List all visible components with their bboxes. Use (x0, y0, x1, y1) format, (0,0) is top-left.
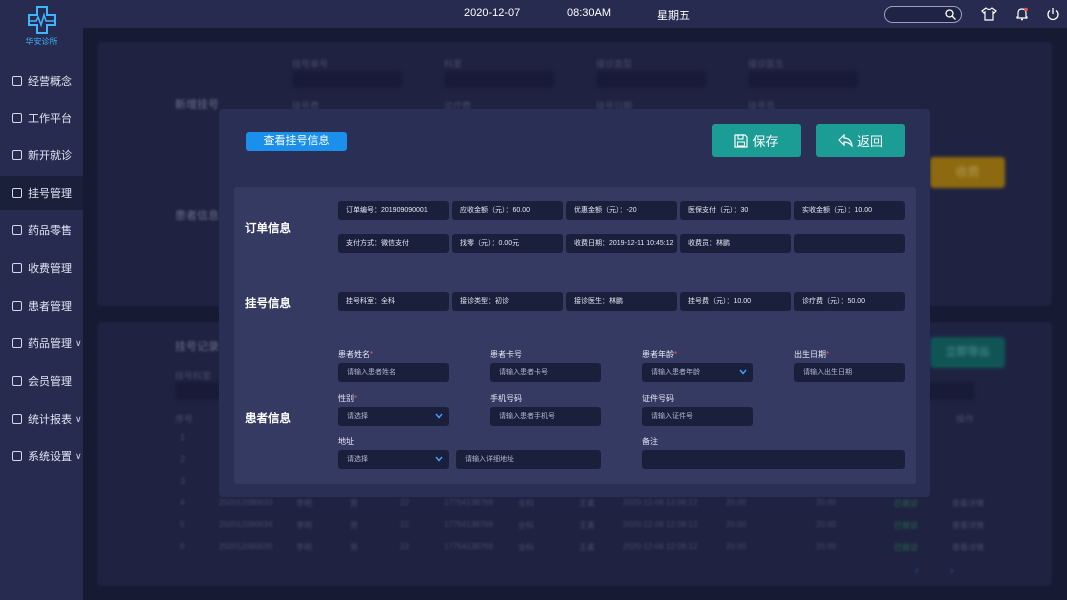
sidebar-item-4[interactable]: 挂号管理 (0, 176, 83, 210)
note-label: 备注 (642, 437, 658, 446)
chevron-down-icon (739, 369, 747, 375)
sidebar-item-label: 经营概念 (28, 76, 72, 88)
chevron-down-icon (435, 456, 443, 462)
sidebar-item-3[interactable]: 新开就诊 (0, 138, 83, 172)
order-field: 应收金额（元）：60.00 (452, 201, 563, 220)
sidebar-item-7[interactable]: 患者管理 (0, 289, 83, 323)
chart-icon (12, 414, 22, 424)
sidebar-item-label: 患者管理 (28, 301, 72, 313)
address-detail-input[interactable]: 请输入详细地址 (456, 450, 601, 469)
power-icon[interactable] (1046, 7, 1060, 21)
birth-date-input[interactable]: 请输入出生日期 (794, 363, 905, 382)
sidebar-item-6[interactable]: 收费管理 (0, 251, 83, 285)
patient-age-label: 患者年龄* (642, 350, 678, 359)
order-field: 医保支付（元）：30 (680, 201, 791, 220)
retail-icon (12, 225, 22, 235)
id-card-input[interactable]: 请输入证件号 (642, 407, 753, 426)
chevron-down-icon: ∨ (75, 450, 82, 461)
window-icon (12, 150, 22, 160)
birth-date-label: 出生日期* (794, 350, 830, 359)
sidebar-item-8[interactable]: 药品管理 ∨ (0, 326, 83, 360)
register-field: 接诊类型：初诊 (452, 292, 563, 311)
save-button-label: 保存 (752, 134, 779, 149)
member-icon (12, 376, 22, 386)
save-icon (734, 133, 749, 148)
sidebar-item-2[interactable]: 工作平台 (0, 101, 83, 135)
chevron-down-icon (435, 413, 443, 419)
order-field: 收费日期：2019-12-11 10:45:12 (566, 234, 677, 253)
patient-info-heading: 患者信息 (245, 413, 291, 425)
patient-card-input[interactable]: 请输入患者卡号 (490, 363, 601, 382)
fee-icon (12, 263, 22, 273)
order-field (794, 234, 905, 253)
shirt-icon[interactable] (981, 7, 997, 21)
chevron-down-icon: ∨ (75, 413, 82, 424)
search-input[interactable] (884, 6, 962, 23)
gear-icon (12, 451, 22, 461)
address-region-select[interactable]: 请选择 (338, 450, 449, 469)
register-detail-panel: 订单信息 挂号信息 患者信息 订单编号：201909090001 应收金额（元）：… (234, 187, 916, 484)
search-icon[interactable] (945, 9, 956, 20)
patient-age-select[interactable]: 请输入患者年龄 (642, 363, 753, 382)
weekday-text: 星期五 (657, 10, 690, 22)
note-input[interactable] (642, 450, 905, 469)
gender-label: 性别* (338, 394, 358, 403)
sidebar-item-11[interactable]: 系统设置 ∨ (0, 439, 83, 473)
order-field: 收费员：林鹏 (680, 234, 791, 253)
phone-label: 手机号码 (490, 394, 522, 403)
sidebar-item-5[interactable]: 药品零售 (0, 213, 83, 247)
sidebar-item-label: 药品零售 (28, 225, 72, 237)
sidebar-item-label: 统计报表 (28, 414, 72, 426)
date-text: 2020-12-07 (464, 7, 521, 19)
sidebar-item-label: 药品管理 (28, 338, 72, 350)
register-field: 挂号科室：全科 (338, 292, 449, 311)
sidebar-item-1[interactable]: 经营概念 (0, 64, 83, 98)
register-icon (12, 188, 22, 198)
overview-icon (12, 76, 22, 86)
sidebar-item-label: 新开就诊 (28, 150, 72, 162)
patient-name-input[interactable]: 请输入患者姓名 (338, 363, 449, 382)
time-text: 08:30AM (567, 7, 612, 19)
medical-cross-logo-icon (27, 6, 56, 34)
clinic-logo[interactable]: 华安诊所 (0, 6, 83, 47)
patient-name-label: 患者姓名* (338, 350, 374, 359)
register-field: 诊疗费（元）：50.00 (794, 292, 905, 311)
sidebar-item-9[interactable]: 会员管理 (0, 364, 83, 398)
order-field: 支付方式：微信支付 (338, 234, 449, 253)
address-label: 地址 (338, 437, 354, 446)
order-info-heading: 订单信息 (245, 223, 291, 235)
sidebar-item-label: 会员管理 (28, 376, 72, 388)
chevron-down-icon: ∨ (75, 337, 82, 348)
monitor-icon (12, 113, 22, 123)
back-button-label: 返回 (856, 134, 883, 149)
modal-title: 查看挂号信息 (246, 132, 347, 151)
order-field: 实收金额（元）：10.00 (794, 201, 905, 220)
bell-icon[interactable] (1015, 7, 1029, 21)
clinic-name: 华安诊所 (25, 37, 58, 46)
id-card-label: 证件号码 (642, 394, 674, 403)
sidebar-item-label: 收费管理 (28, 263, 72, 275)
sidebar-item-label: 系统设置 (28, 451, 72, 463)
order-field: 找零（元）：0.00元 (452, 234, 563, 253)
phone-input[interactable]: 请输入患者手机号 (490, 407, 601, 426)
sidebar-item-10[interactable]: 统计报表 ∨ (0, 402, 83, 436)
sidebar: 华安诊所 经营概念 工作平台 新开就诊 挂号管理 药品零售 收费管理 患者管理 药品管理 ∨ 会员… (0, 0, 83, 600)
order-field: 优惠金额（元）：-20 (566, 201, 677, 220)
patient-card-label: 患者卡号 (490, 350, 522, 359)
register-field: 接诊医生：林鹏 (566, 292, 677, 311)
drug-icon (12, 338, 22, 348)
save-button[interactable]: 保存 (712, 124, 801, 157)
order-field: 订单编号：201909090001 (338, 201, 449, 220)
sidebar-item-label: 挂号管理 (28, 188, 72, 200)
sidebar-item-label: 工作平台 (28, 113, 72, 125)
gender-select[interactable]: 请选择 (338, 407, 449, 426)
view-register-modal: 查看挂号信息 保存 返回 订单信息 挂号信息 患者信息 订单编号：2019090… (219, 109, 930, 497)
register-field: 挂号费（元）：10.00 (680, 292, 791, 311)
register-info-heading: 挂号信息 (245, 298, 291, 310)
patient-icon (12, 301, 22, 311)
back-button[interactable]: 返回 (816, 124, 905, 157)
back-arrow-icon (838, 134, 853, 147)
